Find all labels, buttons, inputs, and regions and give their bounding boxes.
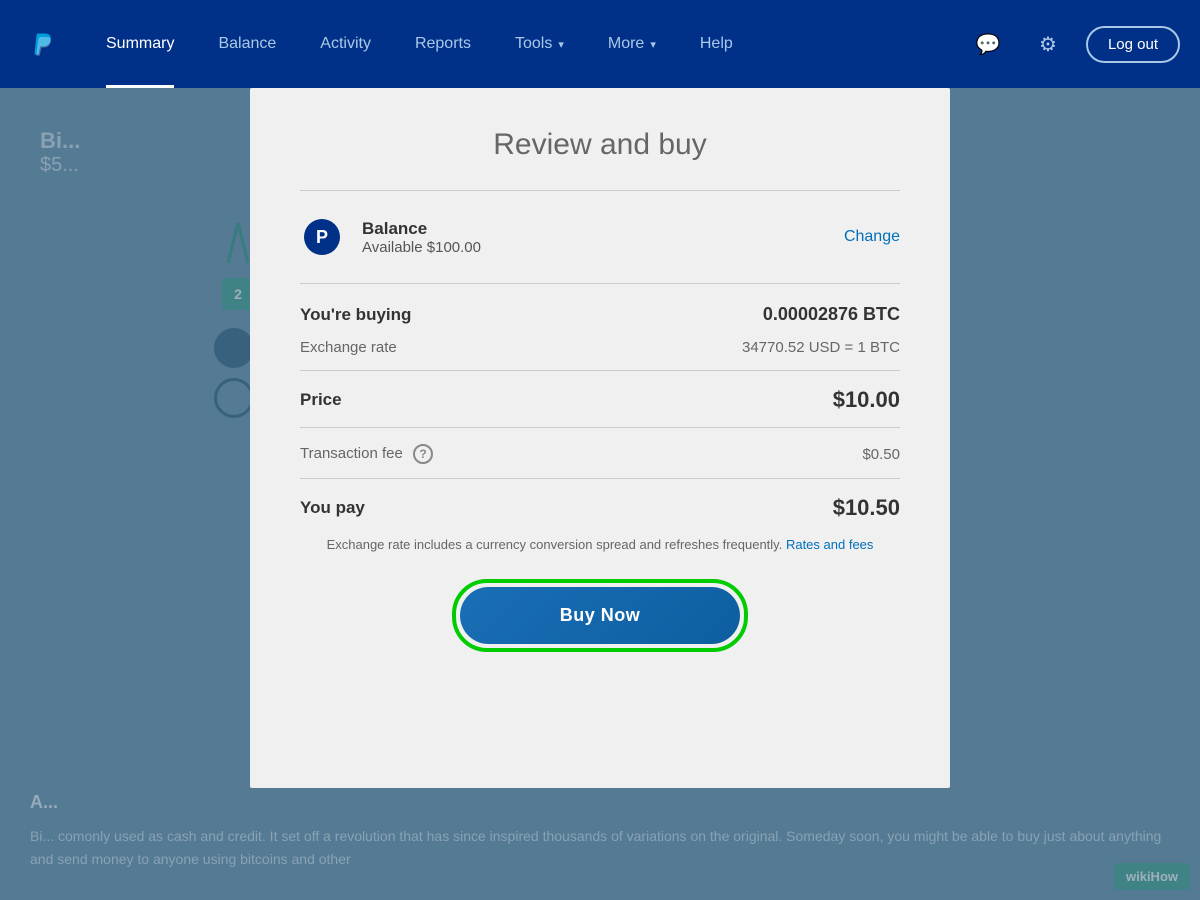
- fee-divider: [300, 427, 900, 428]
- nav-item-tools[interactable]: Tools ▾: [493, 0, 586, 88]
- navbar: Summary Balance Activity Reports Tools ▾…: [0, 0, 1200, 88]
- nav-item-summary[interactable]: Summary: [84, 0, 196, 88]
- price-row: Price $10.00: [300, 387, 900, 413]
- message-icon: 💬: [976, 32, 1001, 57]
- logout-button[interactable]: Log out: [1086, 26, 1180, 63]
- payment-divider: [300, 283, 900, 284]
- payment-label: Balance: [362, 219, 844, 239]
- fee-row: Transaction fee ? $0.50: [300, 444, 900, 464]
- exchange-label: Exchange rate: [300, 339, 397, 356]
- you-pay-row: You pay $10.50: [300, 495, 900, 521]
- buy-btn-wrapper: Buy Now: [300, 579, 900, 652]
- fee-value: $0.50: [862, 446, 900, 463]
- payment-info: Balance Available $100.00: [362, 219, 844, 256]
- buying-label: You're buying: [300, 305, 411, 325]
- review-buy-modal: Review and buy P Balance Available $100.…: [250, 88, 950, 788]
- more-dropdown-arrow: ▾: [650, 38, 656, 51]
- buy-btn-highlight: Buy Now: [452, 579, 748, 652]
- buying-row: You're buying 0.00002876 BTC: [300, 304, 900, 325]
- payment-available: Available $100.00: [362, 239, 844, 256]
- nav-item-more[interactable]: More ▾: [586, 0, 678, 88]
- settings-icon: ⚙: [1039, 32, 1057, 57]
- modal-title: Review and buy: [300, 128, 900, 162]
- payment-method-row: P Balance Available $100.00 Change: [300, 215, 900, 259]
- price-label: Price: [300, 390, 342, 410]
- fee-label: Transaction fee ?: [300, 444, 433, 464]
- buying-value: 0.00002876 BTC: [763, 304, 900, 325]
- nav-item-help[interactable]: Help: [678, 0, 755, 88]
- tools-dropdown-arrow: ▾: [558, 38, 564, 51]
- you-pay-divider: [300, 478, 900, 479]
- you-pay-value: $10.50: [833, 495, 900, 521]
- nav-right: 💬 ⚙ Log out: [966, 22, 1180, 66]
- modal-top-divider: [300, 190, 900, 191]
- nav-item-activity[interactable]: Activity: [298, 0, 393, 88]
- nav-item-reports[interactable]: Reports: [393, 0, 493, 88]
- svg-text:P: P: [316, 227, 328, 247]
- nav-links: Summary Balance Activity Reports Tools ▾…: [84, 0, 966, 88]
- price-divider: [300, 370, 900, 371]
- price-value: $10.00: [833, 387, 900, 413]
- you-pay-label: You pay: [300, 498, 365, 518]
- change-payment-link[interactable]: Change: [844, 228, 900, 246]
- settings-icon-button[interactable]: ⚙: [1026, 22, 1070, 66]
- fee-help-icon[interactable]: ?: [413, 444, 433, 464]
- disclaimer-text: Exchange rate includes a currency conver…: [300, 535, 900, 555]
- rates-fees-link[interactable]: Rates and fees: [786, 537, 873, 552]
- nav-item-balance[interactable]: Balance: [196, 0, 298, 88]
- message-icon-button[interactable]: 💬: [966, 22, 1010, 66]
- exchange-value: 34770.52 USD = 1 BTC: [742, 339, 900, 356]
- paypal-logo: [20, 22, 64, 66]
- buy-now-button[interactable]: Buy Now: [460, 587, 740, 644]
- exchange-rate-row: Exchange rate 34770.52 USD = 1 BTC: [300, 339, 900, 356]
- paypal-payment-icon: P: [300, 215, 344, 259]
